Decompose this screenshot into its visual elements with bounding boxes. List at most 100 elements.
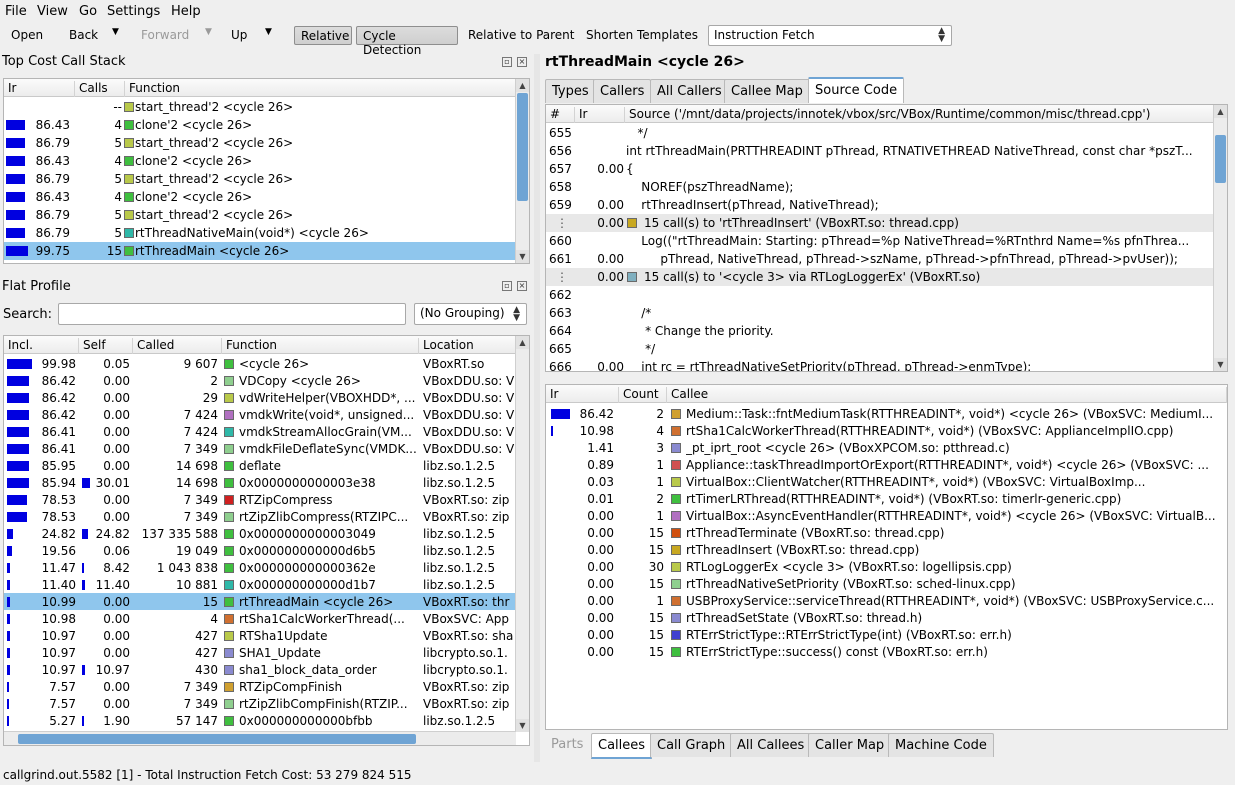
scroll-down-icon[interactable]: ▼ — [516, 250, 529, 263]
source-line[interactable]: 655 */ — [546, 124, 1214, 142]
callee-row[interactable]: 0.89 1 Appliance::taskThreadImportOrExport… — [546, 456, 1227, 473]
callee-row[interactable]: 0.00 15 rtThreadNativeSetPriority (VBoxRT.… — [546, 575, 1227, 592]
col-function[interactable]: Function — [222, 338, 419, 354]
flat-row[interactable]: 86.41 0.00 7 424 vmdkStreamAllocGrain(VM...… — [4, 423, 516, 440]
shorten-templates-toggle[interactable]: Shorten Templates — [586, 28, 698, 42]
vertical-splitter[interactable] — [534, 54, 540, 762]
flat-row[interactable]: 11.47 8.42 1 043 838 0x000000000000362e libz… — [4, 559, 516, 576]
tab-callees[interactable]: Callees — [591, 733, 653, 759]
flat-row[interactable]: 10.97 0.00 427 RTSha1Update VBoxRT.so: sha — [4, 627, 516, 644]
flat-row[interactable]: 10.99 0.00 15 rtThreadMain <cycle 26> VBoxRT… — [4, 593, 516, 610]
menu-go[interactable]: Go — [79, 4, 97, 19]
source-line[interactable]: 666 0.00 int rc = rtThreadNativeSetPriori… — [546, 358, 1214, 371]
scroll-track[interactable] — [517, 350, 528, 712]
tab-all-callers[interactable]: All Callers — [650, 79, 729, 103]
stack-row[interactable]: 86.79 5 rtThreadNativeMain(void*) <cycle 2… — [4, 224, 516, 242]
hscroll-thumb[interactable] — [18, 734, 416, 744]
col-self[interactable]: Self — [79, 338, 133, 354]
source-line[interactable]: 657 0.00{ — [546, 160, 1214, 178]
col-source[interactable]: Source ('/mnt/data/projects/innotek/vbox… — [625, 107, 1214, 123]
flat-row[interactable]: 11.40 11.40 10 881 0x000000000000d1b7 libz.s… — [4, 576, 516, 593]
col-callee[interactable]: Callee — [667, 387, 1227, 403]
col-location[interactable]: Location — [419, 338, 516, 354]
source-line[interactable]: ⋮ 0.00 15 call(s) to '<cycle 3> via RTLogL… — [546, 268, 1214, 286]
grouping-select[interactable]: (No Grouping) ▲ ▼ — [414, 303, 527, 325]
stack-row[interactable]: 86.79 5 start_thread'2 <cycle 26> — [4, 170, 516, 188]
flat-hscrollbar[interactable] — [4, 731, 516, 745]
tab-callers[interactable]: Callers — [593, 79, 652, 103]
source-view[interactable]: # Ir Source ('/mnt/data/projects/innotek… — [545, 104, 1228, 372]
flat-row[interactable]: 99.98 0.05 9 607 <cycle 26> VBoxRT.so — [4, 355, 516, 372]
source-line[interactable]: ⋮ 0.00 15 call(s) to 'rtThreadInsert' (VBo… — [546, 214, 1214, 232]
callee-row[interactable]: 0.00 15 rtThreadSetState (VBoxRT.so: threa… — [546, 609, 1227, 626]
col-ir[interactable]: Ir — [4, 81, 75, 97]
callee-row[interactable]: 0.00 15 rtThreadInsert (VBoxRT.so: thread.… — [546, 541, 1227, 558]
tab-all-callees[interactable]: All Callees — [730, 733, 812, 757]
scroll-down-icon[interactable]: ▼ — [516, 719, 529, 732]
float-icon[interactable]: ▫ — [502, 57, 512, 67]
source-line[interactable]: 665 */ — [546, 340, 1214, 358]
open-button[interactable]: Open — [11, 28, 43, 42]
tab-callee-map[interactable]: Callee Map — [724, 79, 810, 103]
stack-row[interactable]: 86.79 5 start_thread'2 <cycle 26> — [4, 206, 516, 224]
tab-caller-map[interactable]: Caller Map — [808, 733, 892, 757]
flat-row[interactable]: 85.95 0.00 14 698 deflate libz.so.1.2.5 — [4, 457, 516, 474]
relative-toggle[interactable]: Relative — [294, 26, 352, 45]
cycle-detection-toggle[interactable]: Cycle Detection — [356, 26, 458, 57]
col-called[interactable]: Called — [133, 338, 222, 354]
tab-machine-code[interactable]: Machine Code — [888, 733, 994, 757]
callee-row[interactable]: 0.03 1 VirtualBox::ClientWatcher(RTTHREADI… — [546, 473, 1227, 490]
source-line[interactable]: 660 Log(("rtThreadMain: Starting: pThrea… — [546, 232, 1214, 250]
source-line[interactable]: 658 NOREF(pszThreadName); — [546, 178, 1214, 196]
flat-row[interactable]: 86.42 0.00 29 vdWriteHelper(VBOXHDD*, ... VB… — [4, 389, 516, 406]
flat-row[interactable]: 5.27 1.90 57 147 0x000000000000bfbb libz.so.… — [4, 712, 516, 729]
flat-row[interactable]: 78.53 0.00 7 349 rtZipZlibCompress(RTZIPC..… — [4, 508, 516, 525]
top-stack-list[interactable]: Ir Calls Function -- start_thread'2 <cycl… — [3, 78, 530, 264]
flat-row[interactable]: 86.41 0.00 7 349 vmdkFileDeflateSync(VMDK..… — [4, 440, 516, 457]
source-line[interactable]: 661 0.00 pThread, NativeThread, pThread->… — [546, 250, 1214, 268]
top-stack-scrollbar[interactable]: ▲ ▼ — [515, 79, 529, 263]
source-line[interactable]: 663 /* — [546, 304, 1214, 322]
up-dropdown-icon[interactable]: ▼ — [265, 27, 272, 37]
menu-help[interactable]: Help — [171, 4, 201, 19]
callee-row[interactable]: 0.00 1 USBProxyService::serviceThread(RTTH… — [546, 592, 1227, 609]
col-ir[interactable]: Ir — [546, 387, 619, 403]
col-count[interactable]: Count — [619, 387, 667, 403]
flat-row[interactable]: 78.53 0.00 7 349 RTZipCompress VBoxRT.so: zi… — [4, 491, 516, 508]
flat-row[interactable]: 7.57 0.00 7 349 rtZipZlibCompFinish(RTZIP..… — [4, 695, 516, 712]
callee-list[interactable]: Ir Count Callee 86.42 2 Medium::Task::fntM… — [545, 384, 1228, 730]
menu-view[interactable]: View — [37, 4, 68, 19]
close-icon[interactable]: × — [517, 281, 527, 291]
scroll-up-icon[interactable]: ▲ — [516, 336, 529, 349]
stack-row[interactable]: 86.79 5 start_thread'2 <cycle 26> — [4, 134, 516, 152]
flat-row[interactable]: 7.57 0.00 7 349 RTZipCompFinish VBoxRT.so: z… — [4, 678, 516, 695]
callee-row[interactable]: 0.00 15 RTErrStrictType::success() const (… — [546, 643, 1227, 660]
stack-row[interactable]: 86.43 4 clone'2 <cycle 26> — [4, 188, 516, 206]
flat-scrollbar[interactable]: ▲ ▼ — [515, 336, 529, 732]
tab-call-graph[interactable]: Call Graph — [650, 733, 733, 757]
scroll-thumb[interactable] — [1215, 135, 1226, 183]
flat-row[interactable]: 19.56 0.06 19 049 0x000000000000d6b5 libz.so… — [4, 542, 516, 559]
flat-row[interactable]: 86.42 0.00 7 424 vmdkWrite(void*, unsigned.… — [4, 406, 516, 423]
callee-row[interactable]: 0.00 30 RTLogLoggerEx <cycle 3> (VBoxRT.so… — [546, 558, 1227, 575]
flat-row[interactable]: 10.97 10.97 430 sha1_block_data_order libcry… — [4, 661, 516, 678]
scroll-thumb[interactable] — [517, 93, 528, 201]
col-line[interactable]: # — [546, 107, 575, 123]
flat-row[interactable]: 86.42 0.00 2 VDCopy <cycle 26> VBoxDDU.so: V — [4, 372, 516, 389]
stack-row[interactable]: 86.43 4 clone'2 <cycle 26> — [4, 152, 516, 170]
tab-types[interactable]: Types — [545, 79, 596, 103]
callee-row[interactable]: 10.98 4 rtSha1CalcWorkerThread(RTTHREADINT… — [546, 422, 1227, 439]
col-calls[interactable]: Calls — [75, 81, 125, 97]
back-button[interactable]: Back — [69, 28, 98, 42]
source-line[interactable]: 659 0.00 rtThreadInsert(pThread, NativeTh… — [546, 196, 1214, 214]
callee-row[interactable]: 0.01 2 rtTimerLRThread(RTTHREADINT*, void*… — [546, 490, 1227, 507]
scroll-down-icon[interactable]: ▼ — [1214, 358, 1227, 371]
flat-row[interactable]: 10.98 0.00 4 rtSha1CalcWorkerThread(... VBox… — [4, 610, 516, 627]
close-icon[interactable]: × — [517, 57, 527, 67]
stack-row[interactable]: -- start_thread'2 <cycle 26> — [4, 98, 516, 116]
scroll-up-icon[interactable]: ▲ — [1214, 105, 1227, 118]
col-incl[interactable]: Incl. — [4, 338, 79, 354]
scroll-up-icon[interactable]: ▲ — [516, 79, 529, 92]
callee-row[interactable]: 0.00 15 rtThreadTerminate (VBoxRT.so: thre… — [546, 524, 1227, 541]
callee-row[interactable]: 0.00 15 RTErrStrictType::RTErrStrictType(i… — [546, 626, 1227, 643]
